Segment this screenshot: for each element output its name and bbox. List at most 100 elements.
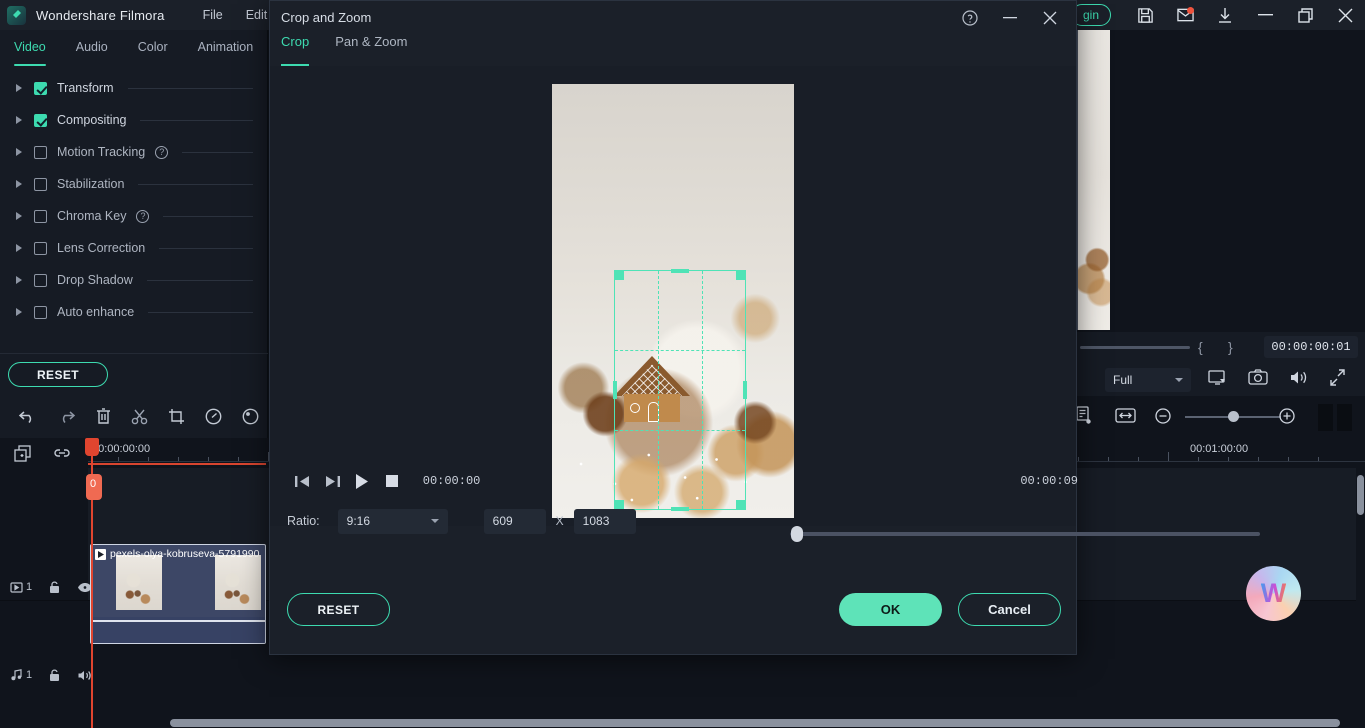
render-icon[interactable]	[1076, 406, 1093, 430]
crop-icon[interactable]	[168, 408, 185, 425]
effect-row-drop-shadow[interactable]: Drop Shadow	[0, 264, 267, 296]
effect-label: Auto enhance	[57, 305, 135, 319]
titlebar-controls: gin	[1070, 0, 1365, 30]
minimize-icon[interactable]	[990, 1, 1030, 34]
timeline-clip[interactable]: pexels-olya-kobruseva-5791990	[90, 544, 266, 644]
expand-caret-icon[interactable]	[16, 212, 22, 220]
undo-icon[interactable]	[18, 410, 37, 424]
preview-progress-track[interactable]	[1080, 346, 1190, 349]
effect-checkbox[interactable]	[34, 209, 47, 223]
redo-icon[interactable]	[57, 410, 76, 424]
add-marker-icon[interactable]	[14, 444, 31, 462]
unlock-icon[interactable]	[48, 668, 61, 682]
playhead-badge: 0	[86, 474, 102, 500]
expand-caret-icon[interactable]	[16, 148, 22, 156]
timeline-toolbar	[0, 395, 268, 438]
tab-video[interactable]: Video	[14, 40, 46, 66]
crop-width-input[interactable]: 609	[483, 508, 546, 534]
link-icon[interactable]	[53, 446, 71, 460]
tab-pan-and-zoom[interactable]: Pan & Zoom	[335, 34, 407, 66]
crop-handle-top-right[interactable]	[736, 270, 746, 280]
help-icon[interactable]: ?	[155, 145, 169, 159]
menu-file[interactable]: File	[203, 8, 223, 22]
maximize-icon[interactable]	[1285, 0, 1325, 30]
effect-checkbox[interactable]	[34, 81, 47, 95]
close-icon[interactable]	[1030, 1, 1070, 34]
close-icon[interactable]	[1325, 0, 1365, 30]
expand-caret-icon[interactable]	[16, 180, 22, 188]
speaker-icon[interactable]	[77, 669, 92, 682]
tab-audio[interactable]: Audio	[76, 40, 108, 66]
delete-icon[interactable]	[96, 408, 111, 425]
vertical-scrollbar-thumb[interactable]	[1357, 475, 1364, 515]
mail-icon[interactable]	[1165, 0, 1205, 30]
ratio-select[interactable]: 9:16	[337, 508, 448, 534]
dialog-cancel-button[interactable]: Cancel	[958, 593, 1061, 626]
tab-crop[interactable]: Crop	[281, 34, 310, 66]
effect-row-auto-enhance[interactable]: Auto enhance	[0, 296, 267, 328]
minimize-icon[interactable]	[1245, 0, 1285, 30]
volume-icon[interactable]	[1289, 369, 1308, 391]
expand-caret-icon[interactable]	[16, 308, 22, 316]
help-icon[interactable]: ?	[136, 209, 150, 223]
prev-frame-icon[interactable]	[288, 466, 318, 496]
crop-handle-top-left[interactable]	[614, 270, 624, 280]
quality-select[interactable]: Full	[1105, 368, 1191, 392]
zoom-slider-thumb[interactable]	[1228, 411, 1239, 422]
dialog-titlebar: Crop and Zoom	[270, 1, 1076, 34]
clip-label: pexels-olya-kobruseva-5791990	[95, 548, 259, 560]
screen-icon[interactable]	[1207, 369, 1227, 393]
tab-animation[interactable]: Animation	[198, 40, 254, 66]
expand-caret-icon[interactable]	[16, 84, 22, 92]
speed-icon[interactable]	[205, 408, 222, 425]
fullscreen-icon[interactable]	[1329, 369, 1346, 391]
horizontal-scrollbar-thumb[interactable]	[170, 719, 1340, 727]
snapshot-camera-icon[interactable]	[1248, 369, 1268, 391]
effect-checkbox[interactable]	[34, 241, 47, 255]
stop-icon[interactable]	[377, 466, 407, 496]
crop-preview-canvas[interactable]	[552, 84, 794, 518]
effect-row-lens-correction[interactable]: Lens Correction	[0, 232, 267, 264]
preview-image	[1078, 30, 1110, 330]
effect-checkbox[interactable]	[34, 113, 47, 127]
dialog-reset-button[interactable]: RESET	[287, 593, 390, 626]
mark-in-icon[interactable]: {	[1198, 339, 1203, 355]
split-scissors-icon[interactable]	[131, 408, 148, 425]
dialog-controls	[950, 1, 1070, 34]
expand-caret-icon[interactable]	[16, 116, 22, 124]
effect-checkbox[interactable]	[34, 145, 47, 159]
panel-reset-button[interactable]: RESET	[8, 362, 108, 387]
preview-timecode[interactable]: 00:00:00:01	[1264, 336, 1358, 358]
mark-out-icon[interactable]: }	[1228, 339, 1233, 355]
expand-caret-icon[interactable]	[16, 244, 22, 252]
crop-and-zoom-dialog: Crop and Zoom Crop Pan & Zoom 00:00:00 0…	[269, 0, 1260, 655]
zoom-out-icon[interactable]	[1155, 408, 1171, 429]
crop-height-input[interactable]: 1083	[573, 508, 636, 534]
playhead-handle[interactable]	[85, 438, 99, 456]
crop-handle-left[interactable]	[613, 381, 617, 399]
effect-row-motion-tracking[interactable]: Motion Tracking ?	[0, 136, 267, 168]
effect-row-compositing[interactable]: Compositing	[0, 104, 267, 136]
tab-color[interactable]: Color	[138, 40, 168, 66]
play-icon[interactable]	[347, 466, 377, 496]
help-icon[interactable]	[950, 1, 990, 34]
expand-caret-icon[interactable]	[16, 276, 22, 284]
effect-checkbox[interactable]	[34, 177, 47, 191]
menu-edit[interactable]: Edit	[246, 8, 268, 22]
effect-row-transform[interactable]: Transform	[0, 72, 267, 104]
effect-checkbox[interactable]	[34, 305, 47, 319]
save-icon[interactable]	[1125, 0, 1165, 30]
download-icon[interactable]	[1205, 0, 1245, 30]
dialog-preview-area	[270, 66, 1076, 526]
effect-checkbox[interactable]	[34, 273, 47, 287]
unlock-icon[interactable]	[48, 580, 61, 594]
crop-handle-right[interactable]	[743, 381, 747, 399]
color-match-icon[interactable]	[242, 408, 259, 425]
crop-handle-top[interactable]	[671, 269, 689, 273]
zoom-in-icon[interactable]	[1279, 408, 1295, 429]
dialog-ok-button[interactable]: OK	[839, 593, 942, 626]
next-frame-icon[interactable]	[318, 466, 348, 496]
effect-row-chroma-key[interactable]: Chroma Key ?	[0, 200, 267, 232]
effect-row-stabilization[interactable]: Stabilization	[0, 168, 267, 200]
fit-icon[interactable]	[1115, 408, 1136, 428]
